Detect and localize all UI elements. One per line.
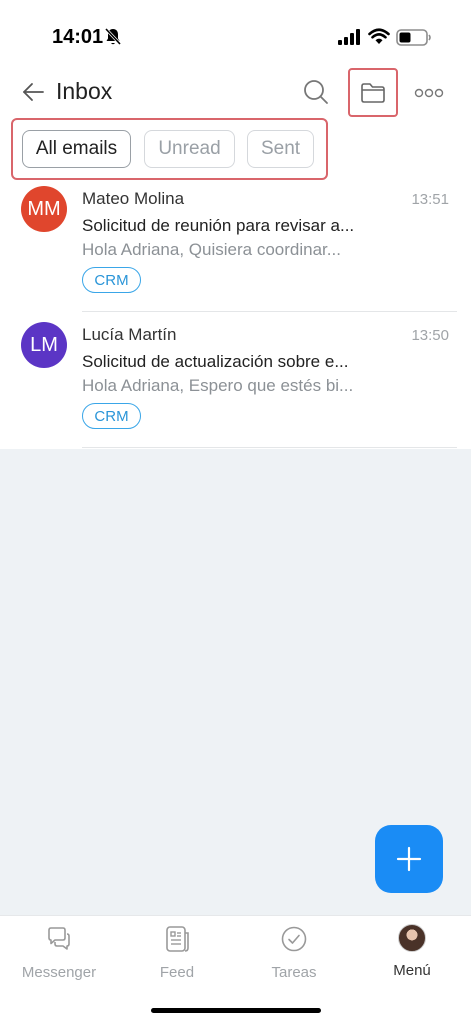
header: Inbox <box>0 64 471 120</box>
email-preview: Hola Adriana, Espero que estés bi... <box>82 376 354 395</box>
cellular-signal-icon <box>338 29 360 45</box>
nav-feed[interactable]: Feed <box>127 924 227 981</box>
search-icon[interactable] <box>302 78 330 106</box>
nav-tareas[interactable]: Tareas <box>244 924 344 981</box>
email-preview: Hola Adriana, Quisiera coordinar... <box>82 240 341 259</box>
email-sender: Lucía Martín <box>82 325 177 344</box>
newspaper-icon <box>166 926 189 952</box>
filter-sent[interactable]: Sent <box>247 130 314 168</box>
filter-bar: All emails Unread Sent <box>11 118 328 180</box>
email-subject: Solicitud de reunión para revisar a... <box>82 216 355 235</box>
email-list-item[interactable]: MM Mateo Molina 13:51 Solicitud de reuni… <box>0 176 471 312</box>
nav-messenger[interactable]: Messenger <box>9 924 109 981</box>
nav-messenger-label: Messenger <box>21 964 97 981</box>
email-time: 13:51 <box>411 191 449 208</box>
status-time: 14:01 <box>52 26 104 48</box>
nav-menu[interactable]: Menú <box>362 924 462 979</box>
compose-button[interactable] <box>375 825 443 893</box>
nav-menu-label: Menú <box>393 962 431 979</box>
crm-tag[interactable]: CRM <box>82 403 141 429</box>
battery-icon <box>396 29 431 46</box>
divider <box>82 447 457 448</box>
email-sender: Mateo Molina <box>82 189 185 208</box>
nav-tareas-label: Tareas <box>271 964 317 981</box>
avatar: LM <box>21 322 67 368</box>
folder-icon <box>361 82 385 103</box>
filter-all-emails[interactable]: All emails <box>22 130 131 168</box>
folder-button[interactable] <box>348 68 398 117</box>
chat-bubbles-icon <box>48 927 70 950</box>
bell-slash-icon <box>104 27 122 46</box>
home-indicator <box>151 1008 321 1013</box>
email-time: 13:50 <box>411 327 449 344</box>
wifi-icon <box>368 28 390 44</box>
plus-icon <box>396 846 422 872</box>
email-subject: Solicitud de actualización sobre e... <box>82 352 349 371</box>
back-arrow-icon[interactable] <box>22 82 44 102</box>
profile-avatar <box>398 924 426 952</box>
avatar: MM <box>21 186 67 232</box>
status-bar: 14:01 <box>0 0 471 70</box>
page-title: Inbox <box>56 78 113 104</box>
filter-unread[interactable]: Unread <box>144 130 235 168</box>
nav-feed-label: Feed <box>159 964 195 981</box>
email-list-item[interactable]: LM Lucía Martín 13:50 Solicitud de actua… <box>0 312 471 448</box>
more-options-icon[interactable] <box>414 88 444 98</box>
crm-tag[interactable]: CRM <box>82 267 141 293</box>
checkmark-circle-icon <box>281 926 307 952</box>
